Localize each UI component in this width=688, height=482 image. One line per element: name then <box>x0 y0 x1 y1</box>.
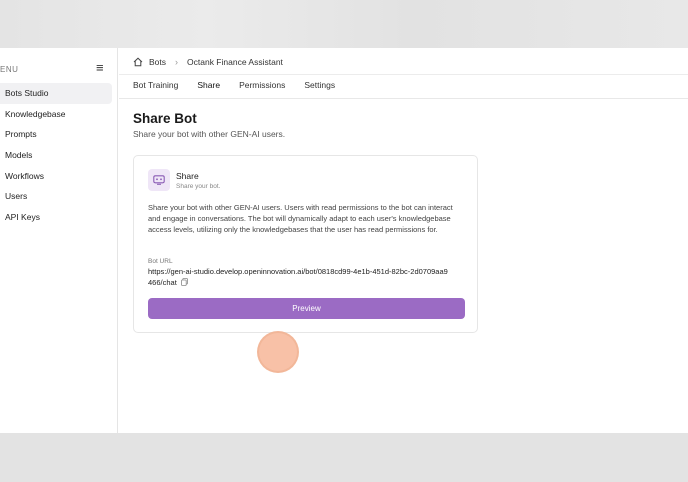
sidebar-item-prompts[interactable]: Prompts <box>0 124 112 145</box>
hamburger-menu-icon[interactable]: ≡ <box>96 61 104 75</box>
copy-icon[interactable] <box>180 277 188 286</box>
sidebar-item-users[interactable]: Users <box>0 186 112 207</box>
tab-settings[interactable]: Settings <box>304 75 335 99</box>
home-icon[interactable] <box>133 57 143 67</box>
divider <box>119 98 688 99</box>
breadcrumb: Bots › Octank Finance Assistant <box>133 55 283 69</box>
sidebar: ENU ≡ Bots Studio Knowledgebase Prompts … <box>0 48 118 433</box>
page-title: Share Bot <box>133 111 197 126</box>
sidebar-item-api-keys[interactable]: API Keys <box>0 207 112 228</box>
sidebar-item-models[interactable]: Models <box>0 145 112 166</box>
tab-share[interactable]: Share <box>197 75 220 99</box>
preview-button[interactable]: Preview <box>148 298 465 319</box>
bot-url-text: https://gen-ai-studio.develop.openinnova… <box>148 267 448 287</box>
sidebar-item-bots-studio[interactable]: Bots Studio <box>0 83 112 104</box>
tab-bar: Bot Training Share Permissions Settings <box>133 75 354 99</box>
sidebar-item-workflows[interactable]: Workflows <box>0 166 112 187</box>
card-title: Share <box>176 171 199 181</box>
app-window: ENU ≡ Bots Studio Knowledgebase Prompts … <box>0 48 688 433</box>
card-description: Share your bot with other GEN-AI users. … <box>148 203 453 234</box>
bot-url-value: https://gen-ai-studio.develop.openinnova… <box>148 267 448 288</box>
tab-bot-training[interactable]: Bot Training <box>133 75 178 99</box>
sidebar-nav: Bots Studio Knowledgebase Prompts Models… <box>0 83 112 228</box>
breadcrumb-current: Octank Finance Assistant <box>187 57 283 67</box>
screen-top-backdrop <box>0 0 688 48</box>
bot-url-label: Bot URL <box>148 258 173 265</box>
bot-share-icon <box>148 169 170 191</box>
screen-bottom-backdrop <box>0 433 688 482</box>
sidebar-item-knowledgebase[interactable]: Knowledgebase <box>0 104 112 125</box>
page-subtitle: Share your bot with other GEN-AI users. <box>133 129 286 139</box>
tab-permissions[interactable]: Permissions <box>239 75 285 99</box>
main-content: Bots › Octank Finance Assistant Bot Trai… <box>119 48 688 433</box>
share-card: Share Share your bot. Share your bot wit… <box>133 155 478 333</box>
card-subtitle: Share your bot. <box>176 183 221 190</box>
breadcrumb-bots-link[interactable]: Bots <box>149 57 166 67</box>
menu-label: ENU <box>0 65 19 74</box>
chevron-right-icon: › <box>175 57 179 67</box>
